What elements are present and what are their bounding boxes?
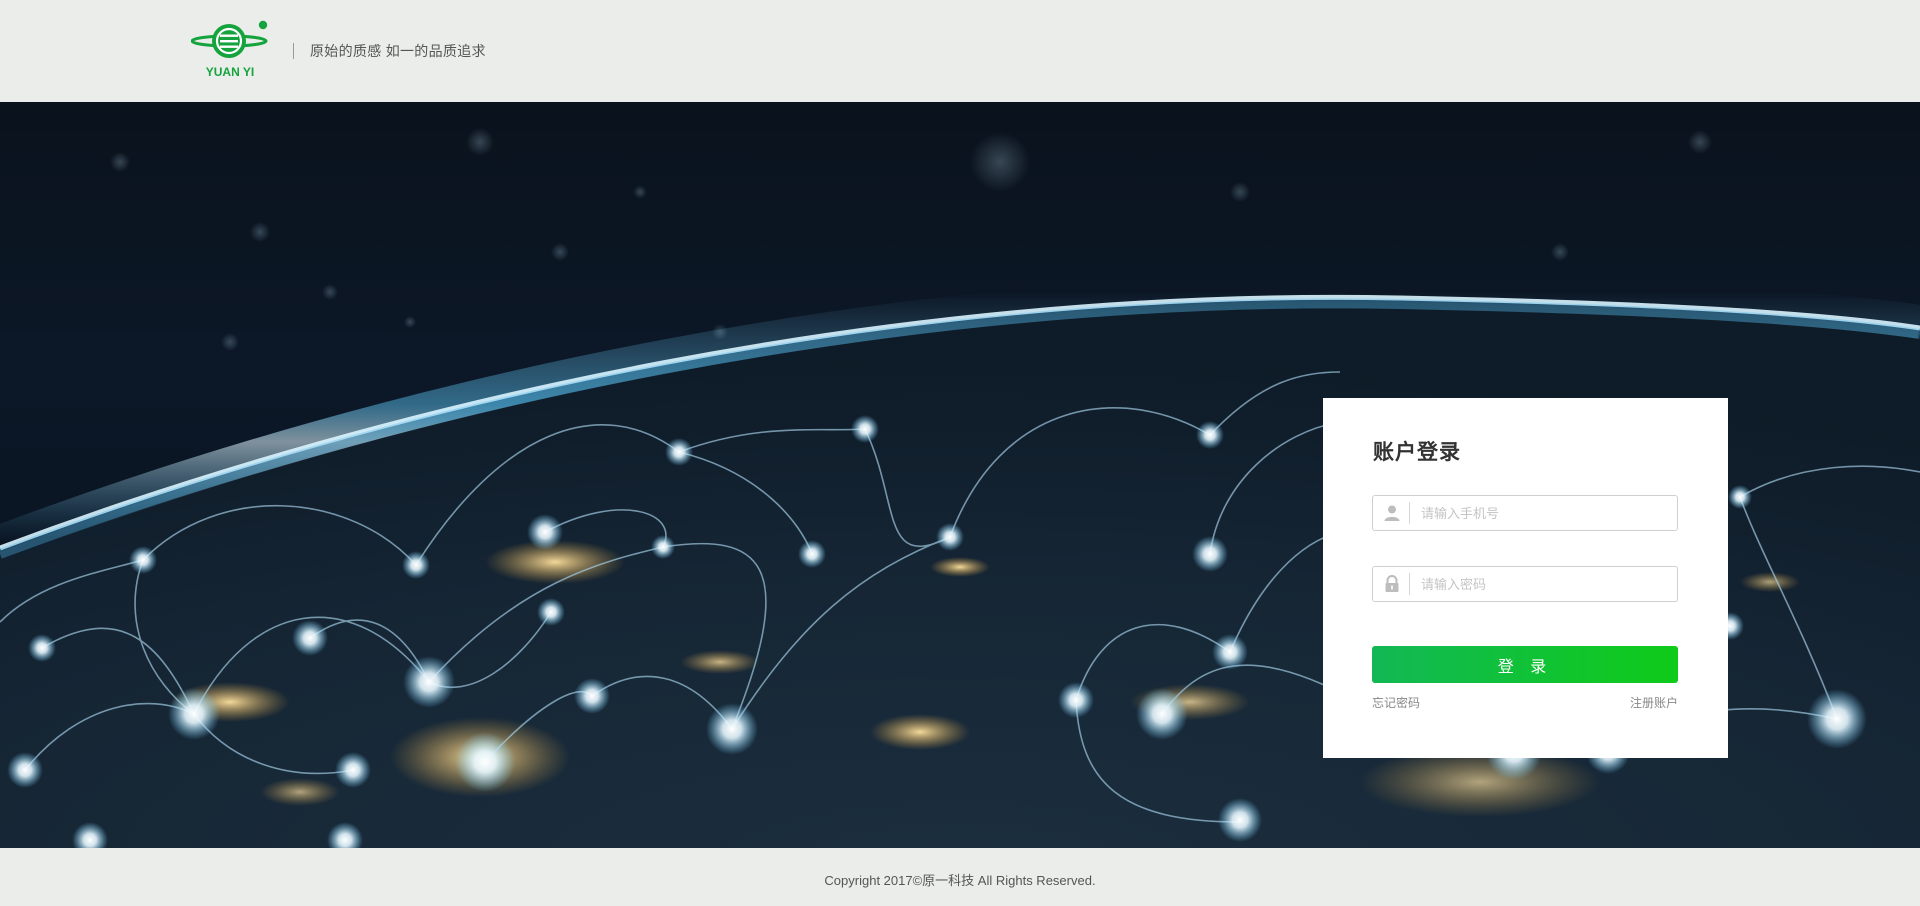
footer: Copyright 2017©原一科技 All Rights Reserved. [0, 848, 1920, 906]
lock-icon [1385, 575, 1399, 592]
user-icon [1384, 505, 1400, 521]
login-title: 账户登录 [1373, 441, 1461, 464]
phone-input[interactable] [1421, 496, 1671, 530]
login-button[interactable]: 登 录 [1372, 646, 1678, 683]
header-slogan: 原始的质感 如一的品质追求 [310, 43, 486, 59]
copyright-text: Copyright 2017©原一科技 All Rights Reserved. [824, 873, 1096, 888]
yuanyi-logo[interactable]: YUAN YI [191, 20, 271, 80]
brand-wordmark: YUAN YI [206, 65, 254, 79]
password-field[interactable] [1372, 566, 1678, 602]
password-field-separator [1409, 573, 1410, 595]
phone-field[interactable] [1372, 495, 1678, 531]
password-input[interactable] [1421, 567, 1671, 601]
header: YUAN YI 原始的质感 如一的品质追求 [0, 0, 1920, 102]
phone-field-separator [1409, 502, 1410, 524]
login-panel: 账户登录 登 录 忘记密码 注册账户 [1323, 398, 1728, 758]
register-account-link[interactable]: 注册账户 [1630, 694, 1678, 711]
forgot-password-link[interactable]: 忘记密码 [1372, 694, 1420, 711]
header-divider [293, 43, 294, 59]
hero-banner: 账户登录 登 录 忘记密码 注册账户 [0, 102, 1920, 848]
